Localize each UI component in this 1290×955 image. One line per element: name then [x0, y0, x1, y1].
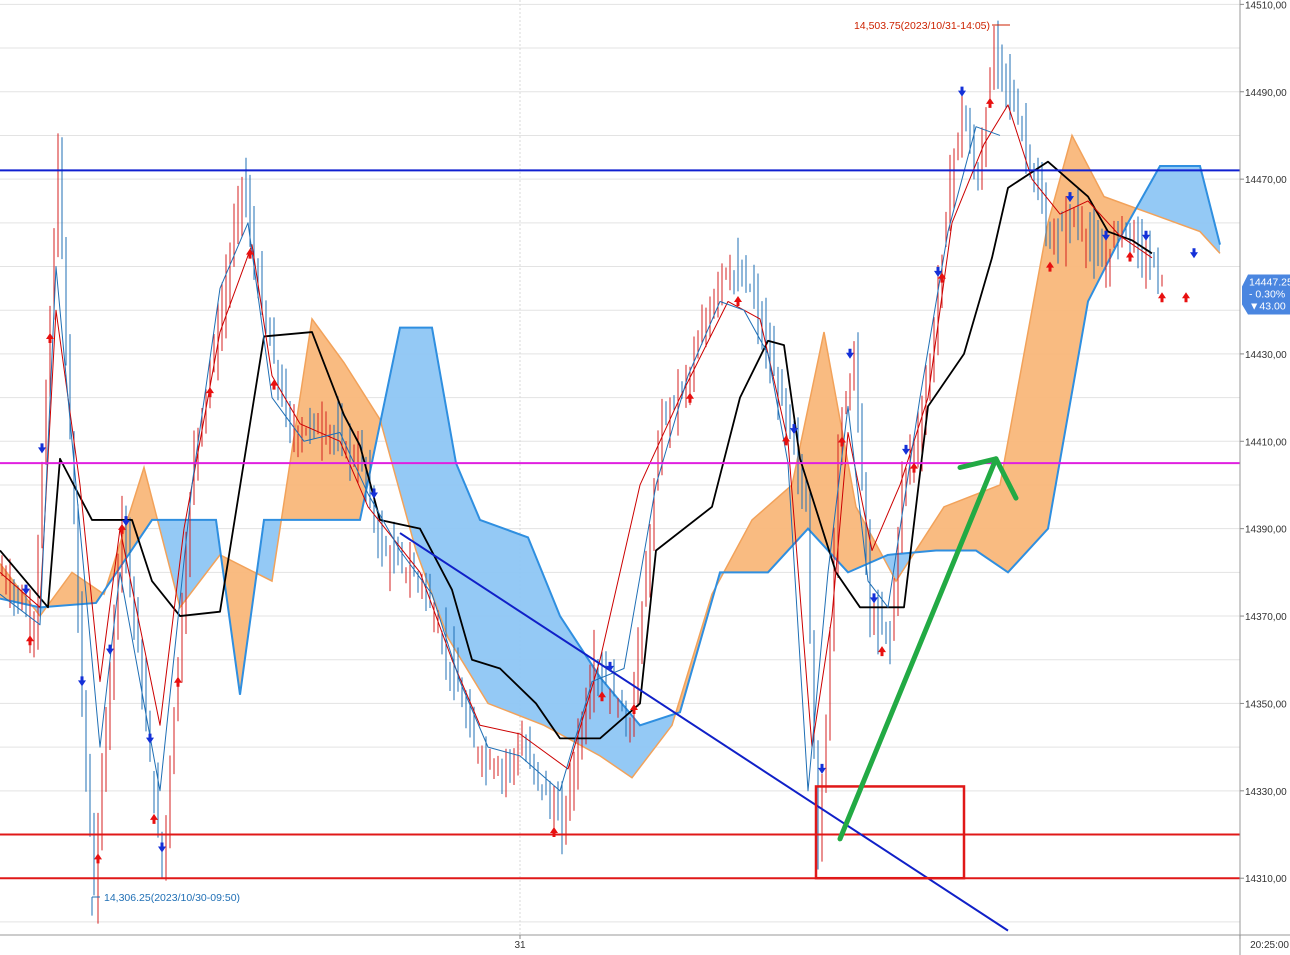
current-points-label: ▼43.00 — [1249, 301, 1286, 313]
current-change-label: - 0.30% — [1249, 289, 1285, 301]
x-tick-label: 20:25:00 — [1250, 940, 1289, 951]
sell-signal-arrow — [846, 348, 854, 359]
buy-signal-arrow — [910, 462, 918, 473]
y-tick-label: 14430,00 — [1245, 350, 1287, 361]
buy-signal-arrow — [94, 853, 102, 864]
sell-signal-arrow — [146, 733, 154, 744]
buy-signal-arrow — [174, 676, 182, 687]
y-tick-label: 14370,00 — [1245, 612, 1287, 623]
ichimoku-cloud — [0, 133, 1221, 779]
sell-signal-arrow — [606, 661, 614, 672]
trendline — [399, 532, 1009, 932]
arrow-path — [837, 456, 999, 842]
cloud-bull-segment — [48, 572, 104, 607]
sell-signal-arrow — [958, 86, 966, 97]
buy-signal-arrow — [1126, 251, 1134, 262]
stock-chart: 14,503.75(2023/10/31-14:05) 14,306.25(202… — [0, 0, 1290, 955]
highlight-box — [814, 785, 966, 880]
buy-signal-arrow — [686, 392, 694, 403]
sell-signal-arrow — [106, 644, 114, 655]
current-price-label: 14447.25 — [1249, 277, 1290, 289]
sell-signal-arrow — [818, 763, 826, 774]
buy-signal-arrow — [550, 827, 558, 838]
sell-signal-arrow — [158, 842, 166, 853]
cloud-bull-segment — [724, 332, 884, 573]
sell-signal-arrow — [78, 676, 86, 687]
y-tick-label: 14510,00 — [1245, 0, 1287, 11]
buy-signal-arrow — [734, 296, 742, 307]
price-annotations: 14,503.75(2023/10/31-14:05) 14,306.25(202… — [91, 20, 1010, 916]
sell-signal-arrow — [902, 444, 910, 455]
y-tick-label: 14490,00 — [1245, 88, 1287, 99]
cloud-bull-segment — [106, 467, 158, 589]
sell-signal-arrow — [1190, 248, 1198, 259]
y-tick-label: 14310,00 — [1245, 874, 1287, 885]
buy-signal-arrow — [26, 635, 34, 646]
sell-signal-arrow — [38, 443, 46, 454]
buy-signal-arrow — [1182, 292, 1190, 303]
cloud-bull-segment — [222, 555, 258, 695]
sell-signal-arrow — [870, 593, 878, 604]
y-tick-label: 14410,00 — [1245, 437, 1287, 448]
y-tick-label: 14390,00 — [1245, 525, 1287, 536]
y-tick-label: 14350,00 — [1245, 699, 1287, 710]
x-tick-label: 31 — [514, 940, 526, 951]
buy-signal-arrow — [1158, 292, 1166, 303]
buy-signal-arrow — [150, 813, 158, 824]
sell-signal-arrow — [1142, 230, 1150, 241]
buy-signal-arrow — [206, 387, 214, 398]
high-annotation: 14,503.75(2023/10/31-14:05) — [854, 20, 990, 32]
cloud-bear-segment — [258, 515, 282, 582]
y-tick-label: 14330,00 — [1245, 787, 1287, 798]
y-tick-label: 14470,00 — [1245, 175, 1287, 186]
buy-signal-arrow — [986, 97, 994, 108]
low-annotation: 14,306.25(2023/10/30-09:50) — [104, 892, 240, 904]
buy-signal-arrow — [878, 646, 886, 657]
